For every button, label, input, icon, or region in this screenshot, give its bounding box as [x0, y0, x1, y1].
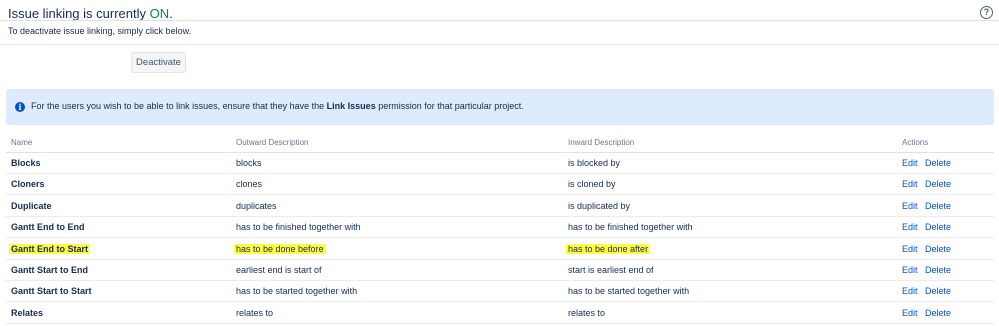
- row-outward-description: has to be done before: [234, 243, 326, 254]
- deactivate-button[interactable]: Deactivate: [131, 52, 186, 73]
- title-suffix: .: [169, 6, 173, 21]
- edit-link[interactable]: Edit: [902, 201, 918, 211]
- info-text-bold: Link Issues: [326, 101, 376, 111]
- row-outward-description: earliest end is start of: [236, 265, 322, 275]
- table-row: Blocks blocks is blocked by Edit Delete: [6, 153, 994, 174]
- table-row: Gantt Start to End earliest end is start …: [6, 260, 994, 281]
- info-message: i For the users you wish to be able to l…: [6, 89, 994, 125]
- table-row: Gantt End to End has to be finished toget…: [6, 217, 994, 239]
- info-icon: i: [15, 102, 25, 112]
- edit-link[interactable]: Edit: [902, 222, 918, 232]
- divider: [0, 20, 999, 21]
- row-inward-description: is cloned by: [568, 179, 616, 190]
- row-inward-description: has to be started together with: [568, 286, 690, 297]
- title-prefix: Issue linking is currently: [8, 6, 150, 21]
- question-circle-icon[interactable]: ?: [980, 6, 993, 19]
- row-name: Gantt End to End: [11, 222, 85, 233]
- row-name: Gantt Start to End: [11, 265, 88, 275]
- divider: [0, 44, 999, 45]
- table-row: Duplicate duplicates is duplicated by Edit D…: [6, 196, 994, 217]
- row-inward-description: is blocked by: [568, 158, 621, 168]
- status-on: ON: [149, 6, 170, 21]
- row-outward-description: has to be finished together with: [236, 222, 361, 233]
- row-outward-description: clones: [236, 179, 263, 190]
- delete-link[interactable]: Delete: [925, 222, 951, 232]
- row-outward-description: has to be started together with: [236, 286, 358, 297]
- edit-link[interactable]: Edit: [902, 286, 918, 296]
- row-outward-description: relates to: [236, 307, 274, 318]
- row-divider: [6, 322, 994, 324]
- table-row: Gantt Start to Start has to be started to…: [6, 281, 994, 303]
- info-text: For the users you wish to be able to lin…: [31, 101, 524, 111]
- row-inward-description: is duplicated by: [568, 200, 631, 211]
- edit-link[interactable]: Edit: [902, 158, 918, 168]
- row-name: Cloners: [11, 179, 45, 190]
- info-text-before: For the users you wish to be able to lin…: [31, 101, 327, 111]
- edit-link[interactable]: Edit: [902, 308, 918, 318]
- row-outward-description: duplicates: [236, 200, 277, 211]
- delete-link[interactable]: Delete: [925, 244, 951, 254]
- row-inward-description: has to be done after: [566, 243, 651, 254]
- edit-link[interactable]: Edit: [902, 244, 918, 254]
- delete-link[interactable]: Delete: [925, 201, 951, 211]
- row-name: Gantt End to Start: [9, 243, 90, 254]
- column-header-inward: Inward Description: [568, 138, 635, 147]
- info-text-after: permission for that particular project.: [375, 101, 524, 111]
- row-inward-description: relates to: [568, 307, 606, 318]
- column-header-name: Name: [11, 138, 33, 147]
- delete-link[interactable]: Delete: [925, 286, 951, 296]
- row-name: Blocks: [11, 158, 41, 168]
- edit-link[interactable]: Edit: [902, 265, 918, 275]
- table-row: Cloners clones is cloned by Edit Delete: [6, 174, 994, 196]
- row-inward-description: start is earliest end of: [568, 265, 654, 275]
- delete-link[interactable]: Delete: [925, 265, 951, 275]
- row-outward-description: blocks: [236, 158, 262, 168]
- table-row: Gantt End to Start has to be done before h…: [6, 239, 994, 260]
- column-header-actions: Actions: [902, 138, 929, 147]
- row-name: Relates: [11, 307, 44, 318]
- column-header-outward: Outward Description: [236, 138, 309, 147]
- row-name: Duplicate: [11, 200, 52, 211]
- row-inward-description: has to be finished together with: [568, 222, 693, 233]
- row-name: Gantt Start to Start: [11, 286, 92, 297]
- edit-link[interactable]: Edit: [902, 179, 918, 189]
- delete-link[interactable]: Delete: [925, 308, 951, 318]
- subtitle: To deactivate issue linking, simply clic…: [8, 26, 192, 36]
- table-row: Relates relates to relates to Edit Delete: [6, 303, 994, 324]
- page-title: Issue linking is currently ON.: [8, 6, 173, 21]
- delete-link[interactable]: Delete: [925, 179, 951, 189]
- delete-link[interactable]: Delete: [925, 158, 951, 168]
